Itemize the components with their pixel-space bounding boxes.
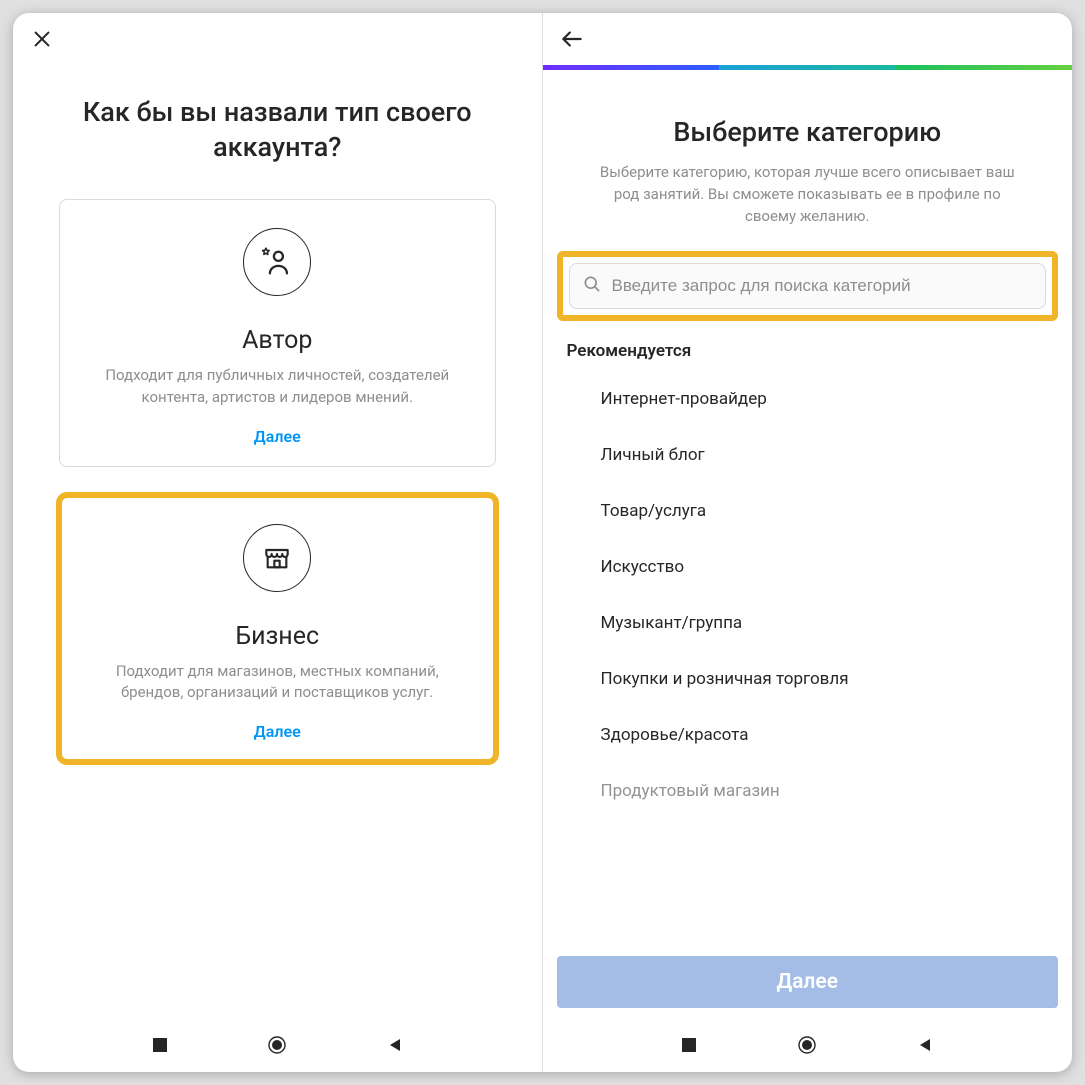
recents-icon[interactable] [149,1034,171,1056]
next-button[interactable]: Далее [78,423,477,448]
page-subtitle: Выберите категорию, которая лучше всего … [543,162,1073,251]
account-type-card-author[interactable]: Автор Подходит для публичных личностей, … [59,199,496,467]
close-icon[interactable] [27,24,57,54]
back-icon[interactable] [384,1034,406,1056]
next-button[interactable]: Далее [557,956,1059,1008]
category-item[interactable]: Искусство [567,539,1049,595]
account-type-card-business[interactable]: Бизнес Подходит для магазинов, местных к… [59,495,496,763]
business-icon [243,524,311,592]
card-title: Автор [78,326,477,355]
search-input[interactable] [612,276,1034,296]
search-input-container[interactable] [569,263,1047,309]
recents-icon[interactable] [678,1034,700,1056]
category-list[interactable]: Интернет-провайдер Личный блог Товар/усл… [543,371,1073,950]
search-highlight [557,251,1059,321]
section-label: Рекомендуется [543,331,1073,371]
android-navbar [13,1018,542,1072]
progress-bar [543,65,1073,70]
page-title: Выберите категорию [543,78,1073,162]
page-title: Как бы вы назвали тип своего аккаунта? [13,65,542,199]
category-item[interactable]: Личный блог [567,427,1049,483]
back-icon[interactable] [914,1034,936,1056]
search-icon [582,274,602,298]
category-item[interactable]: Музыкант/группа [567,595,1049,651]
back-arrow-icon[interactable] [557,24,587,54]
category-item[interactable]: Здоровье/красота [567,707,1049,763]
next-button[interactable]: Далее [78,718,477,743]
home-icon[interactable] [266,1034,288,1056]
category-item[interactable]: Покупки и розничная торговля [567,651,1049,707]
android-navbar [543,1018,1073,1072]
card-title: Бизнес [78,622,477,651]
card-desc: Подходит для публичных личностей, создат… [78,365,477,423]
home-icon[interactable] [796,1034,818,1056]
card-desc: Подходит для магазинов, местных компаний… [78,661,477,719]
category-item[interactable]: Товар/услуга [567,483,1049,539]
category-item[interactable]: Интернет-провайдер [567,371,1049,427]
author-icon [243,228,311,296]
category-item[interactable]: Продуктовый магазин [567,763,1049,819]
